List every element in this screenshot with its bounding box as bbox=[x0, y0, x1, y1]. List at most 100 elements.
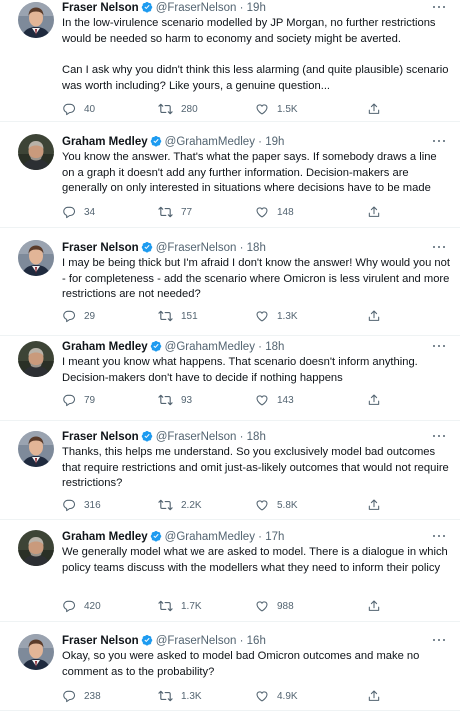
tweet-time[interactable]: 18h bbox=[247, 242, 266, 254]
separator-dot: · bbox=[258, 531, 262, 543]
like-button[interactable]: 1.3K bbox=[255, 308, 298, 324]
reply-button[interactable]: 34 bbox=[62, 204, 95, 220]
avatar[interactable] bbox=[18, 634, 54, 670]
author-name[interactable]: Fraser Nelson bbox=[62, 431, 139, 443]
author-handle[interactable]: @GrahamMedley bbox=[165, 136, 255, 148]
retweet-icon bbox=[158, 102, 173, 116]
tweet-time[interactable]: 18h bbox=[247, 431, 266, 443]
retweet-icon bbox=[158, 393, 173, 407]
tweet[interactable]: Fraser Nelson @FraserNelson · 18h I may b… bbox=[0, 228, 460, 336]
tweet[interactable]: Graham Medley @GrahamMedley · 17h We gene… bbox=[0, 520, 460, 622]
reply-icon bbox=[62, 309, 76, 323]
tweet-time[interactable]: 17h bbox=[265, 531, 284, 543]
more-icon[interactable] bbox=[432, 635, 446, 645]
avatar[interactable] bbox=[18, 341, 54, 377]
tweet[interactable]: Fraser Nelson @FraserNelson · 16h Okay, s… bbox=[0, 622, 460, 711]
share-icon bbox=[367, 309, 381, 323]
more-icon[interactable] bbox=[432, 136, 446, 146]
retweet-icon bbox=[158, 689, 173, 703]
like-button[interactable]: 4.9K bbox=[255, 688, 298, 704]
more-icon[interactable] bbox=[432, 242, 446, 252]
more-icon[interactable] bbox=[432, 531, 446, 541]
like-button[interactable]: 1.5K bbox=[255, 101, 298, 117]
reply-button[interactable]: 40 bbox=[62, 101, 95, 117]
retweet-count: 1.7K bbox=[181, 600, 202, 612]
like-button[interactable]: 988 bbox=[255, 598, 294, 614]
reply-button[interactable]: 238 bbox=[62, 688, 101, 704]
retweet-button[interactable]: 1.3K bbox=[158, 688, 202, 704]
share-button[interactable] bbox=[367, 688, 381, 704]
more-icon[interactable] bbox=[432, 431, 446, 441]
tweet-text: Okay, so you were asked to model bad Omi… bbox=[62, 650, 423, 678]
retweet-count: 280 bbox=[181, 103, 198, 115]
tweet-actions: 34 77 148 bbox=[62, 204, 402, 220]
reply-button[interactable]: 29 bbox=[62, 308, 95, 324]
avatar[interactable] bbox=[18, 2, 54, 38]
share-button[interactable] bbox=[367, 204, 381, 220]
tweet[interactable]: Graham Medley @GrahamMedley · 18h I meant… bbox=[0, 336, 460, 421]
avatar[interactable] bbox=[18, 134, 54, 170]
tweet[interactable]: Graham Medley @GrahamMedley · 19h You kno… bbox=[0, 122, 460, 228]
share-button[interactable] bbox=[367, 392, 381, 408]
author-handle[interactable]: @GrahamMedley bbox=[165, 531, 255, 543]
tweet-time[interactable]: 19h bbox=[247, 2, 266, 14]
retweet-button[interactable]: 280 bbox=[158, 101, 198, 117]
share-button[interactable] bbox=[367, 497, 381, 513]
author-handle[interactable]: @FraserNelson bbox=[156, 242, 237, 254]
retweet-icon bbox=[158, 205, 173, 219]
tweet-time[interactable]: 18h bbox=[265, 341, 284, 353]
retweet-button[interactable]: 151 bbox=[158, 308, 198, 324]
like-icon bbox=[255, 205, 269, 219]
reply-button[interactable]: 316 bbox=[62, 497, 101, 513]
author-name[interactable]: Graham Medley bbox=[62, 136, 148, 148]
like-icon bbox=[255, 689, 269, 703]
retweet-icon bbox=[158, 498, 173, 512]
tweet-text: You know the answer. That's what the pap… bbox=[62, 151, 440, 195]
retweet-button[interactable]: 1.7K bbox=[158, 598, 202, 614]
tweet-header: Fraser Nelson @FraserNelson · 18h bbox=[62, 240, 266, 256]
tweet-text: Thanks, this helps me understand. So you… bbox=[62, 446, 452, 490]
reply-icon bbox=[62, 102, 76, 116]
author-handle[interactable]: @FraserNelson bbox=[156, 635, 237, 647]
reply-count: 316 bbox=[84, 499, 101, 511]
tweet-header: Graham Medley @GrahamMedley · 19h bbox=[62, 134, 284, 150]
author-name[interactable]: Graham Medley bbox=[62, 531, 148, 543]
author-name[interactable]: Fraser Nelson bbox=[62, 635, 139, 647]
more-icon[interactable] bbox=[432, 2, 446, 12]
reply-button[interactable]: 420 bbox=[62, 598, 101, 614]
retweet-count: 93 bbox=[181, 394, 193, 406]
reply-button[interactable]: 79 bbox=[62, 392, 95, 408]
like-button[interactable]: 143 bbox=[255, 392, 294, 408]
share-button[interactable] bbox=[367, 598, 381, 614]
tweet-time[interactable]: 16h bbox=[247, 635, 266, 647]
avatar[interactable] bbox=[18, 431, 54, 467]
tweet-time[interactable]: 19h bbox=[265, 136, 284, 148]
retweet-icon bbox=[158, 599, 173, 613]
retweet-count: 151 bbox=[181, 310, 198, 322]
author-handle[interactable]: @FraserNelson bbox=[156, 431, 237, 443]
avatar[interactable] bbox=[18, 240, 54, 276]
avatar[interactable] bbox=[18, 530, 54, 566]
author-name[interactable]: Fraser Nelson bbox=[62, 2, 139, 14]
tweet[interactable]: Fraser Nelson @FraserNelson · 19h In the … bbox=[0, 0, 460, 122]
share-button[interactable] bbox=[367, 308, 381, 324]
reply-count: 40 bbox=[84, 103, 96, 115]
retweet-button[interactable]: 77 bbox=[158, 204, 192, 220]
more-icon[interactable] bbox=[432, 341, 446, 351]
author-name[interactable]: Fraser Nelson bbox=[62, 242, 139, 254]
retweet-button[interactable]: 93 bbox=[158, 392, 192, 408]
author-handle[interactable]: @FraserNelson bbox=[156, 2, 237, 14]
author-name[interactable]: Graham Medley bbox=[62, 341, 148, 353]
reply-count: 238 bbox=[84, 690, 101, 702]
retweet-button[interactable]: 2.2K bbox=[158, 497, 202, 513]
like-button[interactable]: 148 bbox=[255, 204, 294, 220]
like-button[interactable]: 5.8K bbox=[255, 497, 298, 513]
like-icon bbox=[255, 102, 269, 116]
share-button[interactable] bbox=[367, 101, 381, 117]
tweet[interactable]: Fraser Nelson @FraserNelson · 18h Thanks,… bbox=[0, 421, 460, 520]
separator-dot: · bbox=[239, 431, 244, 443]
like-count: 1.3K bbox=[277, 310, 298, 322]
tweet-actions: 79 93 143 bbox=[62, 392, 402, 408]
author-handle[interactable]: @GrahamMedley bbox=[165, 341, 255, 353]
reply-count: 79 bbox=[84, 394, 96, 406]
